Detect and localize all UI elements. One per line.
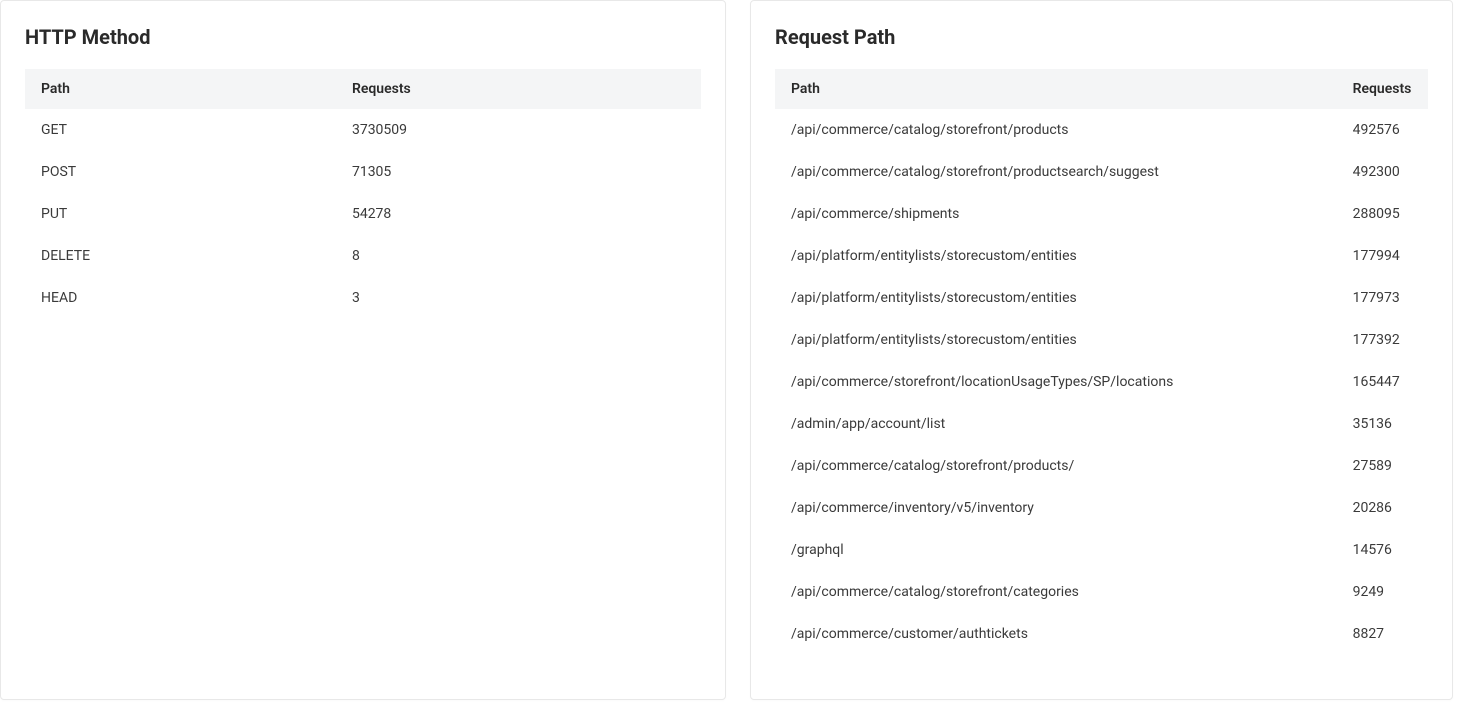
cell-path: /api/commerce/inventory/v5/inventory: [775, 487, 1337, 529]
table-row: /api/commerce/inventory/v5/inventory2028…: [775, 487, 1428, 529]
cell-requests: 35136: [1337, 403, 1428, 445]
cell-path: DELETE: [25, 235, 336, 277]
table-row: /admin/app/account/list35136: [775, 403, 1428, 445]
cell-requests: 8827: [1337, 613, 1428, 655]
cell-path: /api/commerce/shipments: [775, 193, 1337, 235]
cell-requests: 27589: [1337, 445, 1428, 487]
table-row: GET3730509: [25, 109, 701, 151]
http-method-panel: HTTP Method Path Requests GET3730509POST…: [0, 0, 726, 700]
request-path-tbody: /api/commerce/catalog/storefront/product…: [775, 109, 1428, 655]
table-row: POST71305: [25, 151, 701, 193]
cell-path: /api/commerce/storefront/locationUsageTy…: [775, 361, 1337, 403]
http-method-title: HTTP Method: [25, 25, 701, 49]
request-path-col-path: Path: [775, 69, 1337, 109]
table-row: PUT54278: [25, 193, 701, 235]
table-row: /api/commerce/storefront/locationUsageTy…: [775, 361, 1428, 403]
cell-path: HEAD: [25, 277, 336, 319]
cell-requests: 9249: [1337, 571, 1428, 613]
table-row: /api/commerce/customer/authtickets8827: [775, 613, 1428, 655]
cell-path: GET: [25, 109, 336, 151]
cell-path: /api/commerce/catalog/storefront/product…: [775, 445, 1337, 487]
cell-requests: 14576: [1337, 529, 1428, 571]
table-row: /api/commerce/catalog/storefront/product…: [775, 151, 1428, 193]
cell-requests: 3730509: [336, 109, 701, 151]
cell-requests: 177994: [1337, 235, 1428, 277]
table-row: /api/platform/entitylists/storecustom/en…: [775, 235, 1428, 277]
table-row: /graphql14576: [775, 529, 1428, 571]
http-method-table: Path Requests GET3730509POST71305PUT5427…: [25, 69, 701, 319]
cell-path: /api/commerce/catalog/storefront/product…: [775, 109, 1337, 151]
cell-requests: 492300: [1337, 151, 1428, 193]
table-row: HEAD3: [25, 277, 701, 319]
table-row: /api/commerce/catalog/storefront/categor…: [775, 571, 1428, 613]
cell-path: POST: [25, 151, 336, 193]
cell-requests: 3: [336, 277, 701, 319]
table-row: /api/commerce/catalog/storefront/product…: [775, 109, 1428, 151]
cell-requests: 492576: [1337, 109, 1428, 151]
http-method-col-path: Path: [25, 69, 336, 109]
http-method-tbody: GET3730509POST71305PUT54278DELETE8HEAD3: [25, 109, 701, 319]
dashboard-container: HTTP Method Path Requests GET3730509POST…: [0, 0, 1463, 700]
cell-path: /graphql: [775, 529, 1337, 571]
cell-requests: 20286: [1337, 487, 1428, 529]
request-path-title: Request Path: [775, 25, 1428, 49]
request-path-table: Path Requests /api/commerce/catalog/stor…: [775, 69, 1428, 655]
cell-path: /api/platform/entitylists/storecustom/en…: [775, 319, 1337, 361]
http-method-col-requests: Requests: [336, 69, 701, 109]
cell-requests: 54278: [336, 193, 701, 235]
table-row: DELETE8: [25, 235, 701, 277]
table-row: /api/platform/entitylists/storecustom/en…: [775, 319, 1428, 361]
cell-path: PUT: [25, 193, 336, 235]
table-row: /api/commerce/shipments288095: [775, 193, 1428, 235]
cell-path: /api/commerce/catalog/storefront/product…: [775, 151, 1337, 193]
cell-requests: 177392: [1337, 319, 1428, 361]
cell-requests: 8: [336, 235, 701, 277]
cell-requests: 288095: [1337, 193, 1428, 235]
table-row: /api/platform/entitylists/storecustom/en…: [775, 277, 1428, 319]
request-path-col-requests: Requests: [1337, 69, 1428, 109]
cell-path: /admin/app/account/list: [775, 403, 1337, 445]
cell-path: /api/commerce/customer/authtickets: [775, 613, 1337, 655]
cell-requests: 177973: [1337, 277, 1428, 319]
request-path-panel: Request Path Path Requests /api/commerce…: [750, 0, 1453, 700]
cell-path: /api/platform/entitylists/storecustom/en…: [775, 277, 1337, 319]
cell-path: /api/commerce/catalog/storefront/categor…: [775, 571, 1337, 613]
cell-requests: 71305: [336, 151, 701, 193]
cell-requests: 165447: [1337, 361, 1428, 403]
table-row: /api/commerce/catalog/storefront/product…: [775, 445, 1428, 487]
cell-path: /api/platform/entitylists/storecustom/en…: [775, 235, 1337, 277]
